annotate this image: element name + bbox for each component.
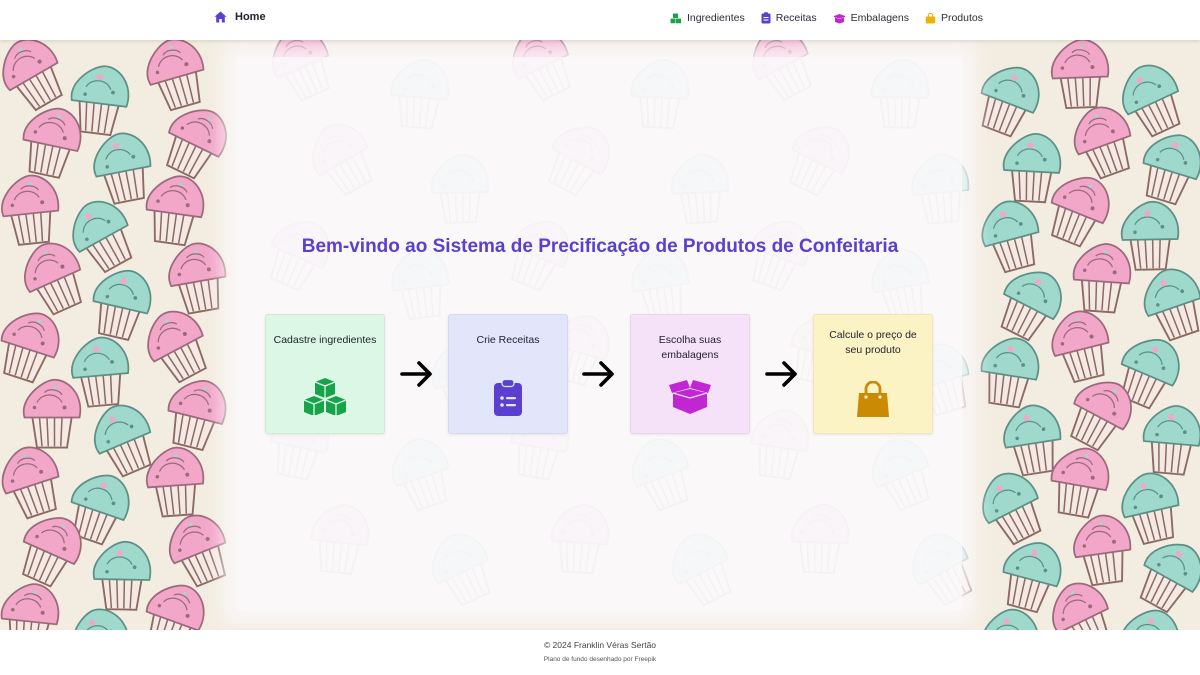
step-card-produtos[interactable]: Calcule o preço de seu produto xyxy=(813,314,933,434)
cupcake-decoration xyxy=(1114,603,1185,630)
box-open-icon xyxy=(669,380,711,414)
cupcake-decoration xyxy=(1044,304,1118,387)
cupcake-decoration xyxy=(1128,530,1200,620)
cupcake-decoration xyxy=(143,444,207,519)
cupcake-decoration xyxy=(158,506,239,593)
step-card-ingredientes[interactable]: Cadastre ingredientes xyxy=(265,314,385,434)
home-icon xyxy=(214,11,227,23)
nav-link-label: Produtos xyxy=(940,12,983,24)
cupcake-decoration xyxy=(159,372,233,455)
footer-copyright: © 2024 Franklin Véras Sertão xyxy=(543,640,657,650)
nav-home-link[interactable]: Home xyxy=(214,11,266,23)
cupcake-decoration xyxy=(970,463,1054,552)
arrow-right-icon xyxy=(765,361,797,387)
nav-home-label: Home xyxy=(235,11,266,23)
cubes-icon xyxy=(303,378,347,415)
nav-link-label: Ingredientes xyxy=(686,12,745,24)
cupcake-decoration xyxy=(1000,131,1063,204)
nav-link-label: Receitas xyxy=(775,12,817,24)
cupcake-decoration xyxy=(134,301,219,390)
cupcake-decoration xyxy=(0,580,63,630)
clipboard-list-icon xyxy=(494,379,522,416)
cupcake-decoration xyxy=(0,439,70,524)
cupcake-decoration xyxy=(92,540,152,611)
step-card-receitas[interactable]: Crie Receitas xyxy=(448,314,568,434)
shopping-bag-icon xyxy=(925,12,936,23)
nav-link-ingredientes[interactable]: Ingredientes xyxy=(670,12,745,24)
step-card-embalagens[interactable]: Escolha suas embalagens xyxy=(630,314,750,434)
nav-link-produtos[interactable]: Produtos xyxy=(925,12,983,24)
step-label: Escolha suas embalagens xyxy=(658,334,722,361)
nav-link-receitas[interactable]: Receitas xyxy=(761,12,817,24)
top-navbar: Home Ingredientes Receitas Embalagens Pr… xyxy=(0,0,1200,40)
cupcake-decoration xyxy=(0,303,68,388)
arrow-right-icon xyxy=(582,361,614,387)
cupcake-decoration xyxy=(85,263,158,344)
clipboard-icon xyxy=(761,12,771,24)
step-label: Cadastre ingredientes xyxy=(273,334,377,346)
box-open-icon xyxy=(833,13,845,23)
shopping-bag-icon xyxy=(857,381,889,417)
nav-links: Ingredientes Receitas Embalagens Produto… xyxy=(670,12,983,24)
cupcake-decoration xyxy=(154,97,237,186)
cupcake-decoration xyxy=(1134,261,1200,346)
footer-credit: Plano de fundo desenhado por Freepik xyxy=(543,656,657,663)
cupcake-decoration xyxy=(87,127,158,208)
page-title: Bem-vindo ao Sistema de Precificação de … xyxy=(301,236,899,257)
cupcake-decoration xyxy=(22,378,82,449)
step-label: Calcule o preço de seu produto xyxy=(829,329,917,356)
cupcake-decoration xyxy=(1068,511,1137,589)
cupcake-decoration xyxy=(975,332,1044,411)
cupcake-decoration xyxy=(138,40,214,115)
cupcake-decoration xyxy=(1044,442,1115,521)
cupcake-decoration xyxy=(1139,402,1200,477)
cupcake-decoration xyxy=(1049,40,1111,110)
cupcake-decoration xyxy=(15,101,87,182)
arrow-right-icon xyxy=(400,361,432,387)
cupcake-decoration xyxy=(969,56,1049,143)
nav-link-label: Embalagens xyxy=(850,12,909,24)
cupcake-decoration xyxy=(1133,125,1200,210)
nav-link-embalagens[interactable]: Embalagens xyxy=(833,12,909,24)
page-footer: © 2024 Franklin Véras Sertão Plano de fu… xyxy=(0,630,1200,675)
cupcake-decoration xyxy=(0,40,75,118)
cubes-icon xyxy=(670,13,681,23)
step-label: Crie Receitas xyxy=(476,334,540,346)
